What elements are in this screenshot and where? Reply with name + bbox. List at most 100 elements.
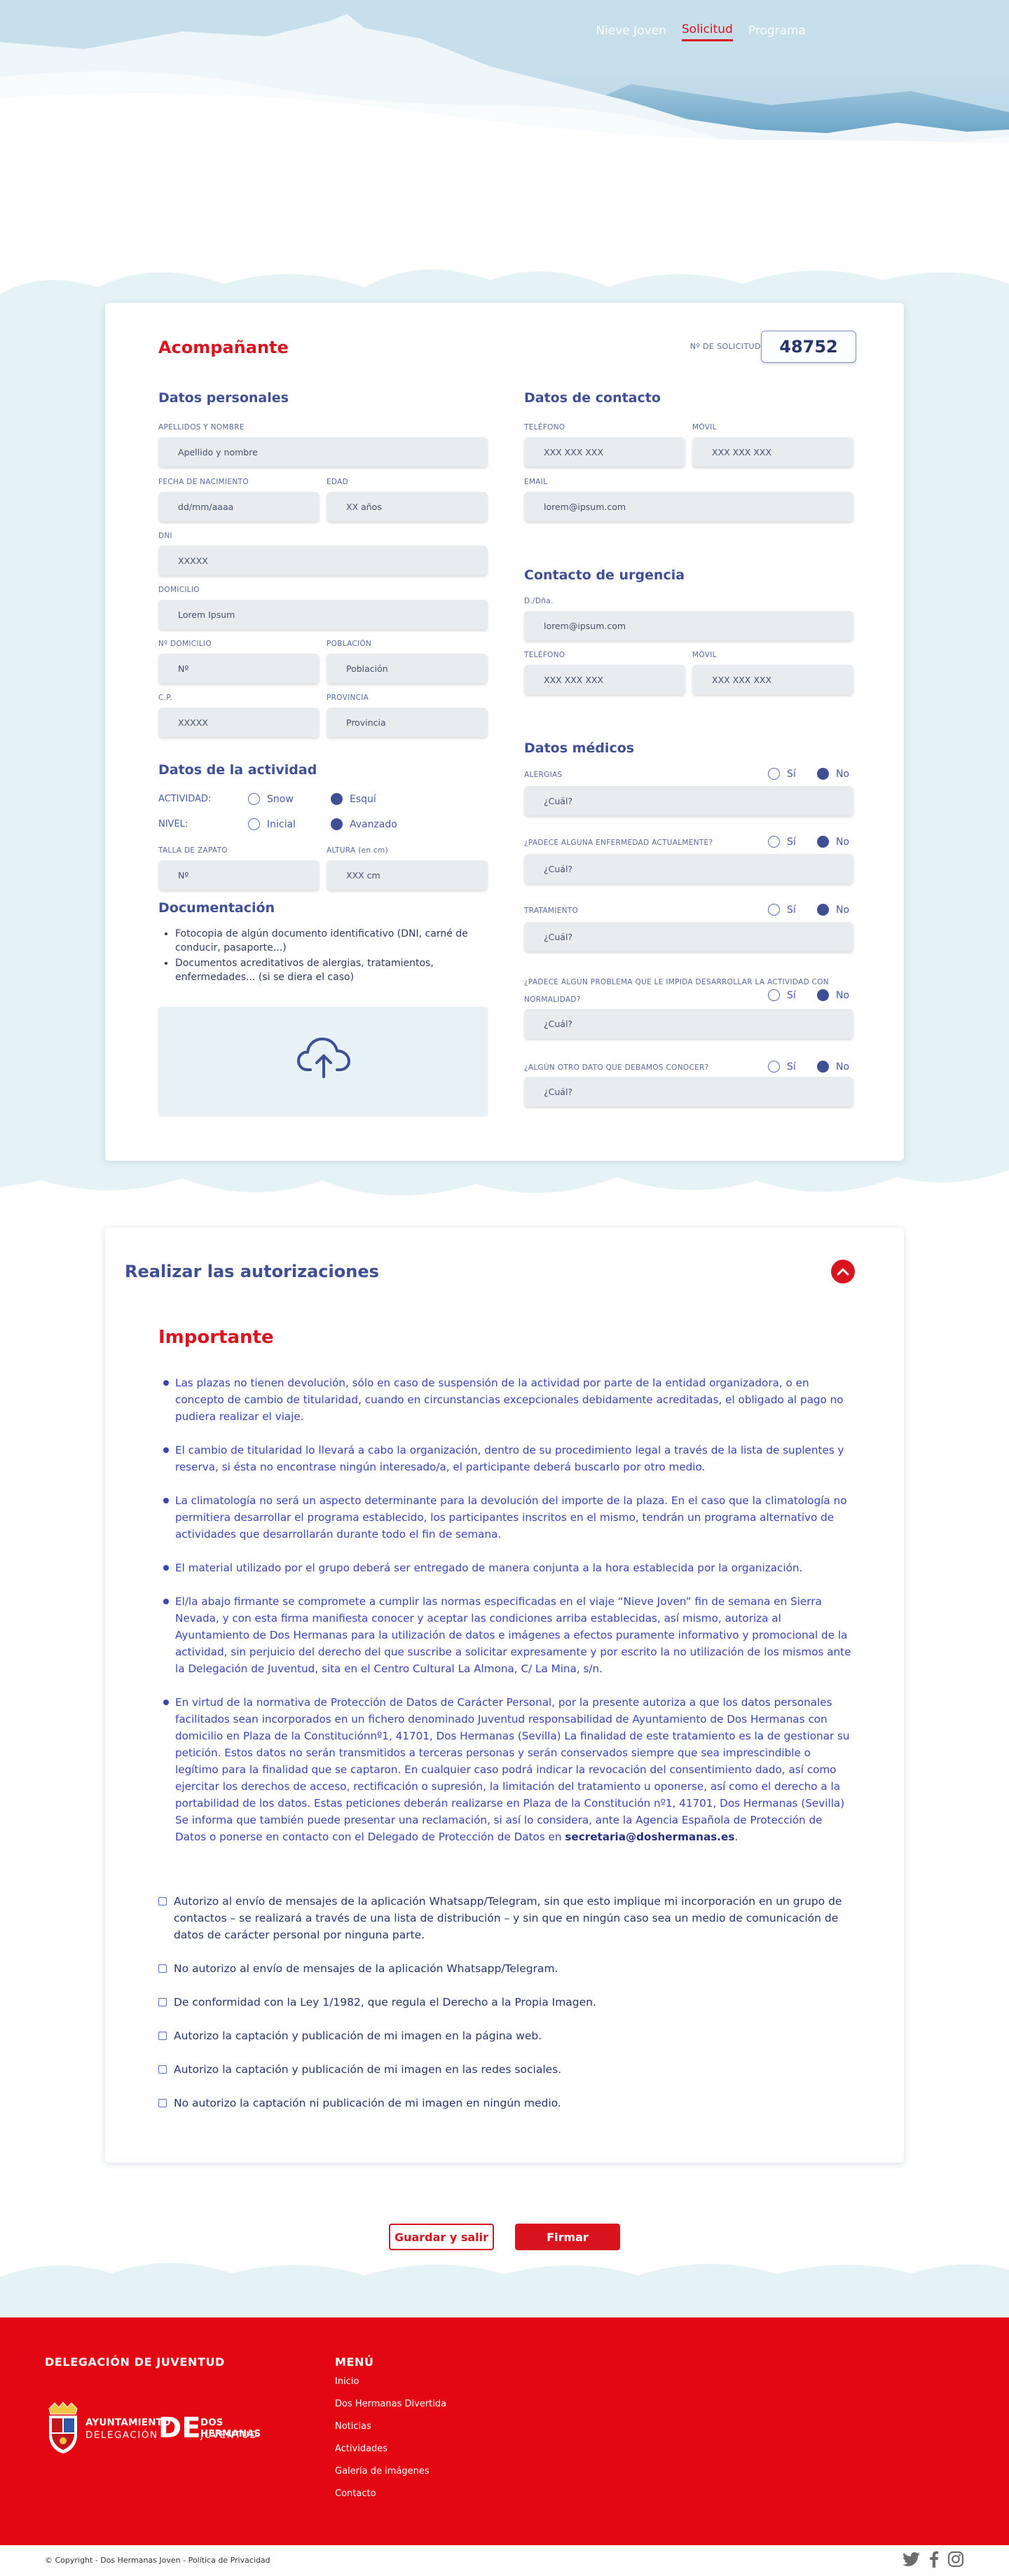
lopd-email-link[interactable]: secretaria@doshermanas.es bbox=[565, 1831, 734, 1843]
list-item: El/la abajo firmante se compromete a cum… bbox=[163, 1593, 852, 1677]
radio-circle-selected[interactable] bbox=[817, 1061, 829, 1073]
footer-link-dos-hermanas-divertida[interactable]: Dos Hermanas Divertida bbox=[335, 2399, 446, 2409]
section-datos-contacto: Datos de contacto bbox=[524, 390, 661, 406]
radio-no[interactable]: No bbox=[817, 904, 849, 916]
checkbox[interactable] bbox=[158, 1998, 167, 2006]
radio-circle-selected[interactable] bbox=[331, 818, 343, 830]
input-edad[interactable]: XX años bbox=[327, 492, 488, 521]
input-fecha-nacimiento[interactable]: dd/mm/aaaa bbox=[158, 492, 320, 521]
checkbox[interactable] bbox=[158, 2032, 167, 2040]
label-telefono: TELÉFONO bbox=[524, 423, 565, 432]
checkbox-whatsapp-no-autorizo[interactable]: No autorizo al envío de mensajes de la a… bbox=[158, 1960, 859, 1977]
facebook-icon[interactable] bbox=[929, 2551, 939, 2568]
nav-programa[interactable]: Programa bbox=[748, 24, 806, 41]
footer-link-inicio[interactable]: Inicio bbox=[335, 2376, 446, 2387]
checkbox-imagen-redes[interactable]: Autorizo la captación y publicación de m… bbox=[158, 2061, 859, 2078]
input-dni[interactable]: XXXXX bbox=[158, 546, 488, 575]
radio-circle-selected[interactable] bbox=[817, 768, 829, 780]
checkbox[interactable] bbox=[158, 2065, 167, 2074]
radio-circle[interactable] bbox=[768, 768, 780, 780]
radio-si[interactable]: Sí bbox=[768, 836, 817, 848]
coat-of-arms-icon bbox=[48, 2402, 78, 2453]
autorizaciones-title[interactable]: Realizar las autorizaciones bbox=[125, 1262, 379, 1281]
twitter-icon[interactable] bbox=[902, 2551, 921, 2567]
ayuntamiento-logo[interactable]: AYUNTAMIENTO DELEGACIÓN DE DOS HERMANAS … bbox=[45, 2402, 269, 2458]
checkbox-ley-imagen[interactable]: De conformidad con la Ley 1/1982, que re… bbox=[158, 1994, 859, 2011]
nav-solicitud[interactable]: Solicitud bbox=[681, 22, 733, 41]
radio-si[interactable]: Sí bbox=[768, 1061, 817, 1073]
checkbox-whatsapp-autorizo[interactable]: Autorizo al envío de mensajes de la apli… bbox=[158, 1893, 859, 1943]
input-altura[interactable]: XXX cm bbox=[327, 860, 488, 890]
radio-circle[interactable] bbox=[768, 989, 780, 1001]
radio-no[interactable]: No bbox=[817, 989, 849, 1001]
radio-si[interactable]: Sí bbox=[768, 989, 817, 1001]
radio-no[interactable]: No bbox=[817, 1061, 849, 1073]
checkbox[interactable] bbox=[158, 1964, 167, 1973]
collapse-button[interactable] bbox=[831, 1260, 855, 1283]
copyright-text: © Copyright - Dos Hermanas Joven - Polít… bbox=[45, 2556, 270, 2565]
label-edad: EDAD bbox=[327, 478, 349, 486]
input-movil-urgencia[interactable]: XXX XXX XXX bbox=[692, 665, 853, 694]
radio-group-tratamiento: Sí No bbox=[768, 904, 849, 916]
sign-button[interactable]: Firmar bbox=[515, 2224, 620, 2250]
input-problema-actividad[interactable]: ¿Cuál? bbox=[524, 1009, 853, 1038]
save-and-exit-button[interactable]: Guardar y salir bbox=[389, 2224, 494, 2250]
checkbox-imagen-no-autorizo[interactable]: No autorizo la captación ni publicación … bbox=[158, 2095, 859, 2112]
importante-heading: Importante bbox=[158, 1327, 274, 1348]
list-item: Documentos acreditativos de alergias, tr… bbox=[175, 956, 481, 984]
radio-circle[interactable] bbox=[768, 836, 780, 848]
input-nombre[interactable]: Apellido y nombre bbox=[158, 437, 488, 467]
autorizaciones-card: Realizar las autorizaciones Importante L… bbox=[105, 1227, 904, 2163]
input-talla-zapato[interactable]: Nº bbox=[158, 860, 320, 890]
input-domicilio[interactable]: Lorem Ipsum bbox=[158, 600, 488, 629]
form-card: Acompañante Nº DE SOLICITUD: 48752 Datos… bbox=[105, 303, 904, 1161]
radio-no[interactable]: No bbox=[817, 768, 849, 780]
input-email[interactable]: lorem@ipsum.com bbox=[524, 492, 853, 521]
input-telefono-urgencia[interactable]: XXX XXX XXX bbox=[524, 665, 685, 694]
footer-link-noticias[interactable]: Noticias bbox=[335, 2421, 446, 2432]
radio-si[interactable]: Sí bbox=[768, 904, 817, 916]
checkbox[interactable] bbox=[158, 2099, 167, 2107]
label-poblacion: POBLACIÓN bbox=[327, 640, 372, 648]
cloud-upload-icon[interactable] bbox=[296, 1035, 351, 1080]
radio-circle[interactable] bbox=[248, 793, 260, 805]
checkbox[interactable] bbox=[158, 1897, 167, 1906]
footer-link-contacto[interactable]: Contacto bbox=[335, 2488, 446, 2499]
radio-circle-selected[interactable] bbox=[817, 836, 829, 848]
radio-group-actividad: ACTIVIDAD: Snow Esquí bbox=[158, 793, 376, 805]
radio-circle[interactable] bbox=[248, 818, 260, 830]
radio-no[interactable]: No bbox=[817, 836, 849, 848]
input-enfermedad[interactable]: ¿Cuál? bbox=[524, 854, 853, 883]
chevron-up-icon[interactable] bbox=[837, 1266, 849, 1277]
radio-circle[interactable] bbox=[768, 904, 780, 916]
input-telefono[interactable]: XXX XXX XXX bbox=[524, 437, 685, 467]
radio-circle[interactable] bbox=[768, 1061, 780, 1073]
input-tratamiento[interactable]: ¿Cuál? bbox=[524, 922, 853, 951]
radio-si[interactable]: Sí bbox=[768, 768, 817, 780]
radio-circle-selected[interactable] bbox=[331, 793, 343, 805]
input-numero-domicilio[interactable]: Nº bbox=[158, 654, 320, 683]
footer-link-actividades[interactable]: Actividades bbox=[335, 2444, 446, 2454]
list-item: El material utilizado por el grupo deber… bbox=[163, 1559, 852, 1576]
radio-snow[interactable]: Snow bbox=[248, 793, 331, 805]
checkbox-imagen-web[interactable]: Autorizo la captación y publicación de m… bbox=[158, 2027, 859, 2044]
radio-avanzado[interactable]: Avanzado bbox=[331, 818, 397, 830]
radio-inicial[interactable]: Inicial bbox=[248, 818, 331, 830]
radio-circle-selected[interactable] bbox=[817, 904, 829, 916]
input-alergias[interactable]: ¿Cuál? bbox=[524, 786, 853, 815]
logo-text-de: DE bbox=[158, 2412, 201, 2444]
label-fecha-nacimiento: FECHA DE NACIMIENTO bbox=[158, 478, 249, 486]
input-cp[interactable]: XXXXX bbox=[158, 708, 320, 737]
label-movil-urgencia: MÓVIL bbox=[692, 651, 717, 659]
radio-circle-selected[interactable] bbox=[817, 989, 829, 1001]
input-provincia[interactable]: Provincia bbox=[327, 708, 488, 737]
radio-esqui[interactable]: Esquí bbox=[331, 793, 376, 805]
input-otro-dato[interactable]: ¿Cuál? bbox=[524, 1077, 853, 1106]
nav-nieve-joven[interactable]: Nieve Joven bbox=[596, 24, 666, 41]
input-poblacion[interactable]: Población bbox=[327, 654, 488, 683]
input-movil[interactable]: XXX XXX XXX bbox=[692, 437, 853, 467]
input-contacto-urgencia[interactable]: lorem@ipsum.com bbox=[524, 611, 853, 640]
upload-dropzone[interactable] bbox=[158, 1007, 488, 1115]
instagram-icon[interactable] bbox=[947, 2551, 964, 2568]
footer-link-galeria[interactable]: Galería de imágenes bbox=[335, 2466, 446, 2477]
